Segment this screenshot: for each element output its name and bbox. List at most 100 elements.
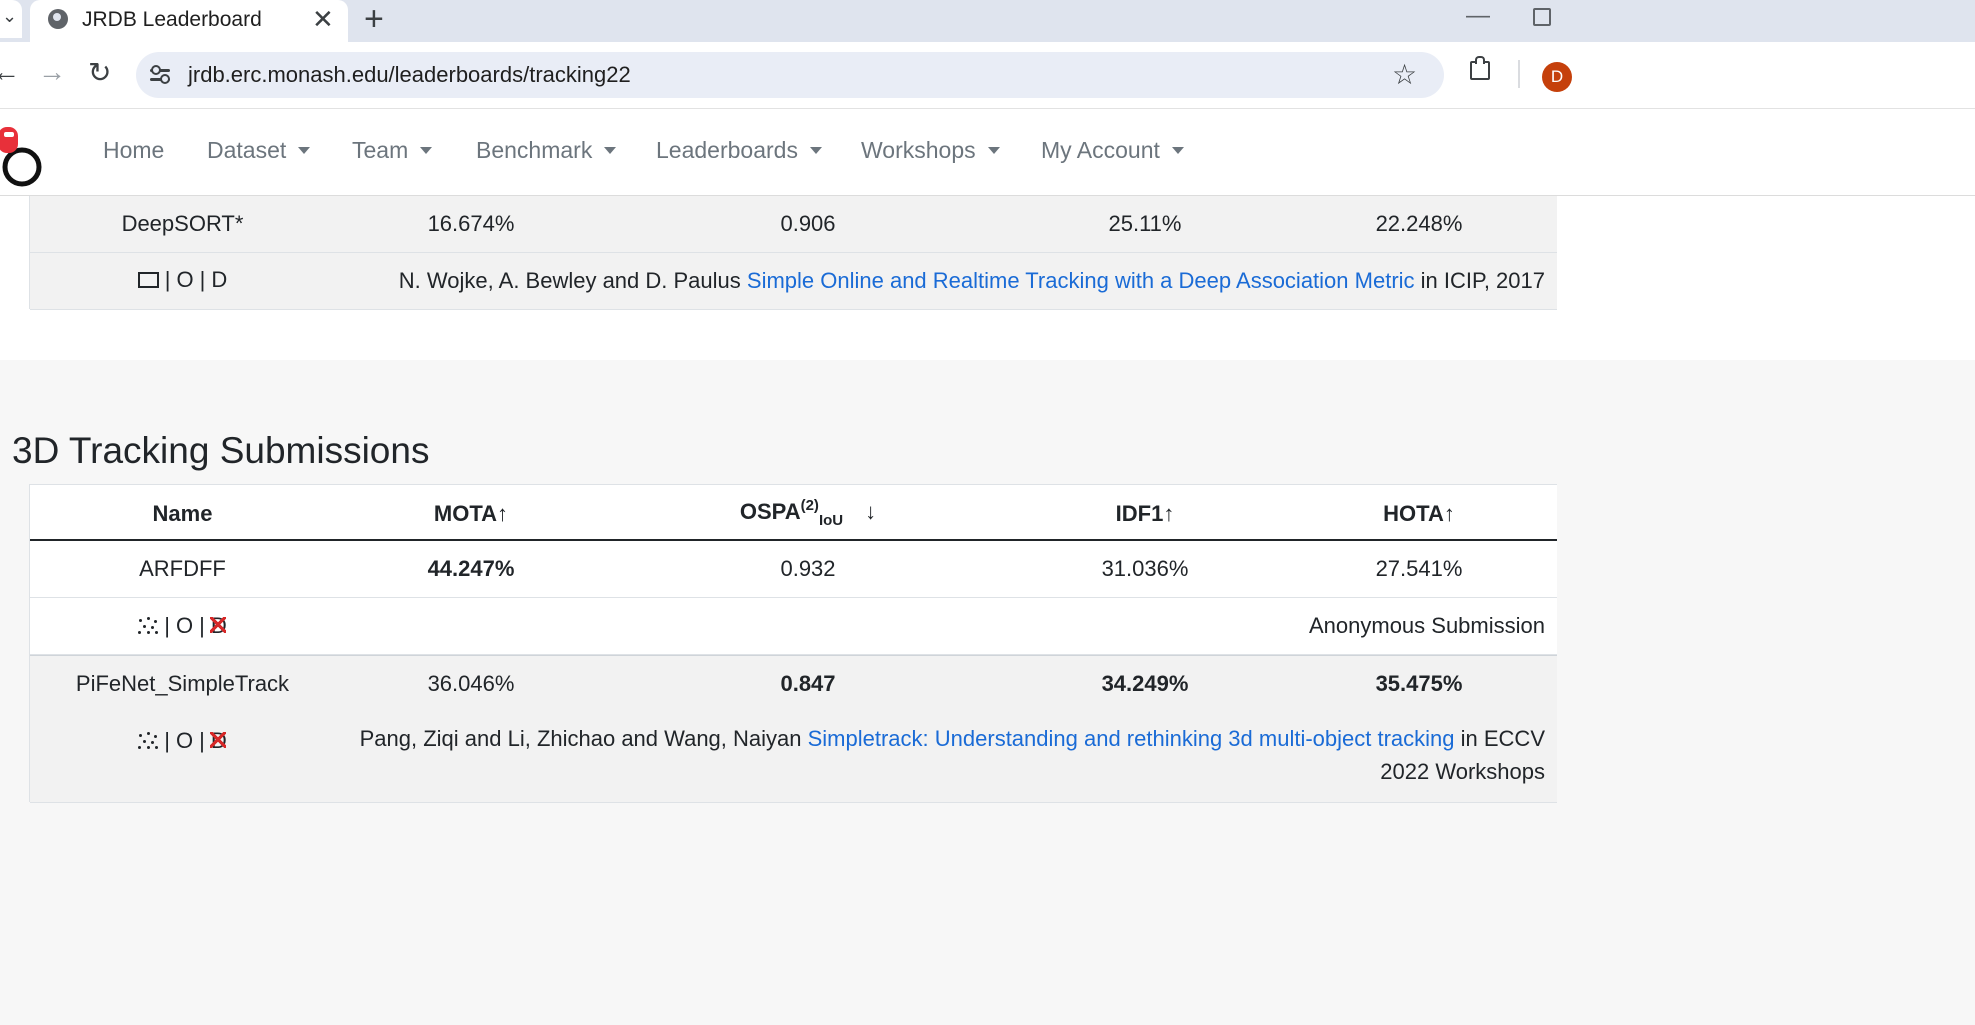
bookmark-star-icon[interactable]: ☆ (1392, 58, 1417, 91)
address-bar[interactable]: jrdb.erc.monash.edu/leaderboards/trackin… (136, 52, 1444, 98)
caret-down-icon (987, 147, 1000, 154)
paper-link[interactable]: Simple Online and Realtime Tracking with… (747, 268, 1415, 293)
reference-venue: in ICIP, 2017 (1414, 268, 1545, 293)
previous-tab[interactable]: ⌄ (0, 0, 22, 38)
sort-down-arrow-icon[interactable]: ↓ (865, 499, 876, 524)
reference-text: N. Wojke, A. Bewley and D. Paulus Simple… (399, 264, 1545, 297)
section-3d-tracking: 3D Tracking Submissions Name MOTA↑ OSPA(… (0, 360, 1975, 1025)
reference-venue-line2: 2022 Workshops (1380, 759, 1545, 784)
nav-benchmark[interactable]: Benchmark (476, 137, 617, 164)
row-ospa: 0.847 (780, 671, 836, 696)
row-mota: 44.247% (427, 556, 515, 581)
table-row: ARFDFF 44.247% 0.932 31.036% 27.541% (30, 541, 1557, 598)
reference-text: Anonymous Submission (1308, 613, 1545, 638)
nav-benchmark-label: Benchmark (476, 137, 593, 163)
forward-arrow-icon[interactable]: → (38, 56, 66, 88)
profile-avatar[interactable]: D (1542, 62, 1572, 92)
nav-leaderboards[interactable]: Leaderboards (656, 137, 822, 164)
header-ospa-superscript: (2) (800, 497, 819, 514)
header-ospa-label: OSPA (739, 499, 801, 524)
header-ospa[interactable]: OSPA(2)IoU ↓ (607, 497, 1009, 529)
reference-row: | O | D N. Wojke, A. Bewley and D. Paulus S… (30, 253, 1557, 310)
header-ospa-subscript: IoU (818, 512, 844, 529)
back-arrow-icon[interactable]: ← (0, 56, 20, 88)
browser-tab-bar: ⌄ JRDB Leaderboard ✕ + — (0, 0, 1975, 42)
point-cloud-icon (138, 617, 159, 635)
tracking-2d-table: DeepSORT* 16.674% 0.906 25.11% 22.248% |… (29, 196, 1557, 310)
toolbar-divider (1518, 60, 1520, 88)
header-name[interactable]: Name (30, 501, 335, 527)
extensions-puzzle-icon[interactable] (1468, 56, 1492, 80)
row-mota: 36.046% (427, 671, 515, 696)
nav-dataset-label: Dataset (207, 137, 287, 163)
table-row: DeepSORT* 16.674% 0.906 25.11% 22.248% (30, 196, 1557, 253)
row-idf1: 34.249% (1101, 671, 1189, 696)
nav-team[interactable]: Team (352, 137, 433, 164)
caret-down-icon (298, 147, 311, 154)
reference-authors: N. Wojke, A. Bewley and D. Paulus (398, 268, 747, 293)
active-tab[interactable]: JRDB Leaderboard ✕ (30, 0, 348, 42)
site-navbar: Home Dataset Team Benchmark Leaderboards… (0, 109, 1975, 196)
online-icon: O (176, 267, 194, 292)
header-hota[interactable]: HOTA↑ (1281, 501, 1557, 527)
nav-my-account-label: My Account (1041, 137, 1160, 163)
modality-icons: | O | D (30, 267, 335, 293)
row-name: ARFDFF (139, 556, 226, 581)
row-hota: 22.248% (1375, 211, 1463, 236)
table-row: PiFeNet_SimpleTrack 36.046% 0.847 34.249… (30, 655, 1557, 713)
point-cloud-icon (138, 732, 159, 750)
modality-icons: | O | D (30, 728, 335, 754)
caret-down-icon (809, 147, 822, 154)
row-idf1: 31.036% (1101, 556, 1189, 581)
nav-leaderboards-label: Leaderboards (656, 137, 798, 163)
row-ospa: 0.906 (780, 211, 836, 236)
row-hota: 27.541% (1375, 556, 1463, 581)
online-icon: O (175, 613, 194, 638)
nav-dataset[interactable]: Dataset (207, 137, 311, 164)
jrdb-logo[interactable] (0, 119, 46, 195)
globe-icon (48, 9, 68, 29)
header-mota[interactable]: MOTA↑ (335, 501, 607, 527)
reference-row: | O | D Anonymous Submission (30, 598, 1557, 655)
row-name: DeepSORT* (121, 211, 244, 236)
close-tab-icon[interactable]: ✕ (312, 4, 334, 35)
section-2d-tracking: DeepSORT* 16.674% 0.906 25.11% 22.248% |… (0, 196, 1975, 360)
row-hota: 35.475% (1375, 671, 1463, 696)
no-depth-icon: D (209, 728, 227, 753)
row-ospa: 0.932 (780, 556, 836, 581)
header-idf1[interactable]: IDF1↑ (1009, 501, 1281, 527)
bounding-box-2d-icon (137, 272, 159, 288)
online-icon: O (175, 728, 194, 753)
nav-team-label: Team (352, 137, 409, 163)
row-name: PiFeNet_SimpleTrack (75, 671, 290, 696)
nav-workshops[interactable]: Workshops (861, 137, 1000, 164)
row-mota: 16.674% (427, 211, 515, 236)
tracking-3d-table: Name MOTA↑ OSPA(2)IoU ↓ IDF1↑ HOTA↑ ARFDF… (29, 484, 1557, 803)
page-content: DeepSORT* 16.674% 0.906 25.11% 22.248% |… (0, 196, 1975, 1025)
depth-icon: D (211, 267, 228, 292)
no-depth-icon: D (209, 613, 227, 638)
caret-down-icon (420, 147, 433, 154)
reference-text: Pang, Ziqi and Li, Zhichao and Wang, Nai… (360, 722, 1545, 788)
maximize-window-button[interactable] (1533, 8, 1551, 26)
site-settings-icon[interactable] (150, 65, 170, 85)
row-idf1: 25.11% (1108, 211, 1182, 236)
reference-venue: in ECCV (1454, 726, 1545, 751)
caret-down-icon (1171, 147, 1184, 154)
reference-authors: Pang, Ziqi and Li, Zhichao and Wang, Nai… (359, 726, 808, 751)
paper-link[interactable]: Simpletrack: Understanding and rethinkin… (808, 726, 1455, 751)
modality-icons: | O | D (30, 613, 335, 639)
chevron-down-icon: ⌄ (2, 6, 18, 26)
nav-my-account[interactable]: My Account (1041, 137, 1184, 164)
reload-icon[interactable]: ↻ (88, 56, 111, 89)
nav-home[interactable]: Home (103, 137, 164, 164)
tab-title: JRDB Leaderboard (82, 8, 262, 31)
caret-down-icon (604, 147, 617, 154)
browser-toolbar: ← → ↻ jrdb.erc.monash.edu/leaderboards/t… (0, 42, 1975, 109)
section-title: 3D Tracking Submissions (12, 430, 430, 471)
minimize-window-button[interactable]: — (1466, 2, 1490, 30)
nav-workshops-label: Workshops (861, 137, 976, 163)
table-header: Name MOTA↑ OSPA(2)IoU ↓ IDF1↑ HOTA↑ (30, 484, 1557, 540)
new-tab-button[interactable]: + (364, 0, 384, 39)
url-text[interactable]: jrdb.erc.monash.edu/leaderboards/trackin… (188, 62, 631, 88)
